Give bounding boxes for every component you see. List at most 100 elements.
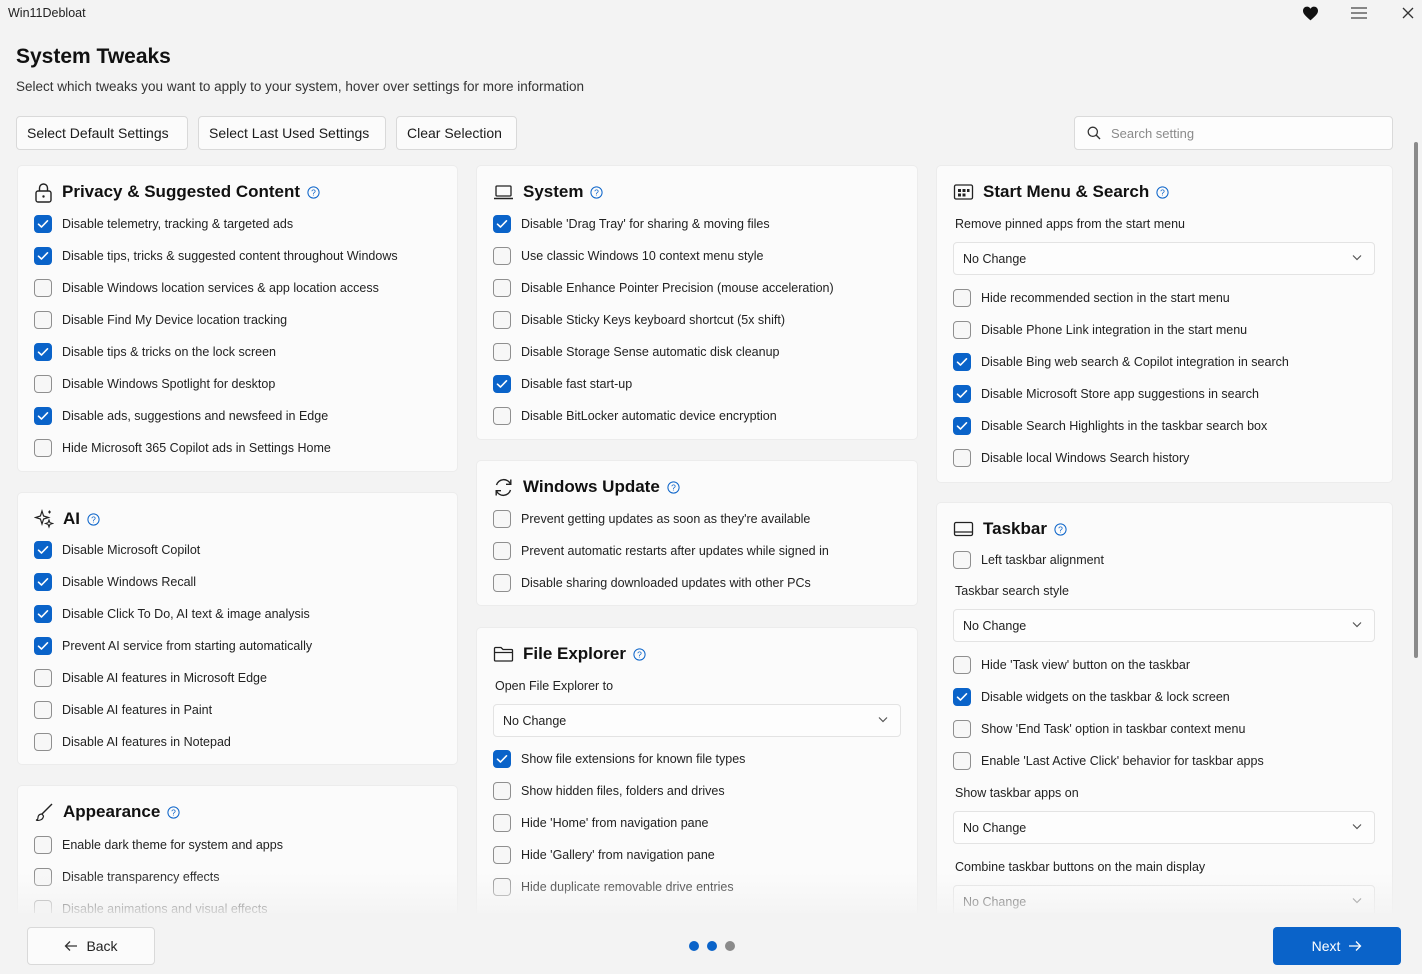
taskbar-item-1[interactable]: Disable widgets on the taskbar & lock sc… [953,687,1230,707]
checkbox[interactable] [953,656,971,674]
checkbox[interactable] [34,701,52,719]
taskbar-align-item[interactable]: Left taskbar alignment [953,550,1104,570]
checkbox[interactable] [34,669,52,687]
search-input[interactable] [1111,125,1371,141]
checkbox[interactable] [953,551,971,569]
select-default-settings-button[interactable]: Select Default Settings [16,116,188,150]
checkbox[interactable] [493,311,511,329]
combine-taskbar-buttons-select[interactable]: No Change [953,885,1375,913]
checkbox[interactable] [493,279,511,297]
start-item-3[interactable]: Disable Microsoft Store app suggestions … [953,384,1259,404]
appearance-item-1[interactable]: Disable transparency effects [34,867,220,887]
checkbox[interactable] [493,375,511,393]
appearance-item-0[interactable]: Enable dark theme for system and apps [34,835,283,855]
menu-icon[interactable] [1347,2,1371,24]
checkbox[interactable] [493,542,511,560]
checkbox[interactable] [493,814,511,832]
help-icon[interactable]: ? [1156,185,1169,199]
checkbox[interactable] [34,900,52,913]
help-icon[interactable]: ? [1054,522,1067,536]
checkbox[interactable] [34,573,52,591]
privacy-item-5[interactable]: Disable Windows Spotlight for desktop [34,374,275,394]
checkbox[interactable] [34,279,52,297]
checkbox[interactable] [493,782,511,800]
checkbox[interactable] [34,215,52,233]
system-item-3[interactable]: Disable Sticky Keys keyboard shortcut (5… [493,310,785,330]
privacy-item-2[interactable]: Disable Windows location services & app … [34,278,379,298]
system-item-0[interactable]: Disable 'Drag Tray' for sharing & moving… [493,214,770,234]
privacy-item-0[interactable]: Disable telemetry, tracking & targeted a… [34,214,293,234]
heart-icon[interactable] [1298,2,1322,24]
select-last-used-settings-button[interactable]: Select Last Used Settings [198,116,386,150]
help-icon[interactable]: ? [307,185,320,199]
explorer-item-0[interactable]: Show file extensions for known file type… [493,749,745,769]
checkbox[interactable] [34,311,52,329]
checkbox[interactable] [953,752,971,770]
explorer-item-1[interactable]: Show hidden files, folders and drives [493,781,725,801]
start-item-2[interactable]: Disable Bing web search & Copilot integr… [953,352,1289,372]
taskbar-item-0[interactable]: Hide 'Task view' button on the taskbar [953,655,1190,675]
checkbox[interactable] [953,688,971,706]
checkbox[interactable] [493,750,511,768]
update-item-2[interactable]: Disable sharing downloaded updates with … [493,573,811,593]
settings-scroll-area[interactable]: Privacy & Suggested Content ? Disable te… [0,164,1410,913]
privacy-item-4[interactable]: Disable tips & tricks on the lock screen [34,342,276,362]
start-item-5[interactable]: Disable local Windows Search history [953,448,1189,468]
privacy-item-1[interactable]: Disable tips, tricks & suggested content… [34,246,398,266]
checkbox[interactable] [953,417,971,435]
checkbox[interactable] [34,439,52,457]
ai-item-1[interactable]: Disable Windows Recall [34,572,196,592]
taskbar-apps-on-select[interactable]: No Change [953,811,1375,844]
update-item-1[interactable]: Prevent automatic restarts after updates… [493,541,829,561]
ai-item-3[interactable]: Prevent AI service from starting automat… [34,636,312,656]
ai-item-4[interactable]: Disable AI features in Microsoft Edge [34,668,267,688]
start-item-1[interactable]: Disable Phone Link integration in the st… [953,320,1247,340]
remove-pinned-apps-select[interactable]: No Change [953,242,1375,275]
privacy-item-6[interactable]: Disable ads, suggestions and newsfeed in… [34,406,328,426]
system-item-6[interactable]: Disable BitLocker automatic device encry… [493,406,777,426]
explorer-item-3[interactable]: Hide 'Gallery' from navigation pane [493,845,715,865]
checkbox[interactable] [34,407,52,425]
ai-item-5[interactable]: Disable AI features in Paint [34,700,212,720]
checkbox[interactable] [34,733,52,751]
next-button[interactable]: Next [1273,927,1401,965]
checkbox[interactable] [493,846,511,864]
system-item-5[interactable]: Disable fast start-up [493,374,632,394]
checkbox[interactable] [493,215,511,233]
checkbox[interactable] [493,574,511,592]
taskbar-item-2[interactable]: Show 'End Task' option in taskbar contex… [953,719,1245,739]
checkbox[interactable] [34,836,52,854]
system-item-4[interactable]: Disable Storage Sense automatic disk cle… [493,342,779,362]
help-icon[interactable]: ? [590,185,604,199]
checkbox[interactable] [493,878,511,896]
clear-selection-button[interactable]: Clear Selection [396,116,517,150]
checkbox[interactable] [953,720,971,738]
checkbox[interactable] [34,637,52,655]
taskbar-search-style-select[interactable]: No Change [953,609,1375,642]
start-item-0[interactable]: Hide recommended section in the start me… [953,288,1230,308]
checkbox[interactable] [493,343,511,361]
appearance-item-2[interactable]: Disable animations and visual effects [34,899,267,913]
update-item-0[interactable]: Prevent getting updates as soon as they'… [493,509,810,529]
checkbox[interactable] [953,321,971,339]
scrollbar[interactable] [1414,142,1418,658]
system-item-1[interactable]: Use classic Windows 10 context menu styl… [493,246,763,266]
ai-item-0[interactable]: Disable Microsoft Copilot [34,540,200,560]
checkbox[interactable] [493,407,511,425]
help-icon[interactable]: ? [167,805,180,819]
taskbar-item-3[interactable]: Enable 'Last Active Click' behavior for … [953,751,1264,771]
open-file-explorer-select[interactable]: No Change [493,704,901,737]
explorer-item-4[interactable]: Hide duplicate removable drive entries [493,877,734,897]
help-icon[interactable]: ? [667,480,680,494]
start-item-4[interactable]: Disable Search Highlights in the taskbar… [953,416,1267,436]
checkbox[interactable] [953,449,971,467]
back-button[interactable]: Back [27,927,155,965]
privacy-item-7[interactable]: Hide Microsoft 365 Copilot ads in Settin… [34,438,331,458]
privacy-item-3[interactable]: Disable Find My Device location tracking [34,310,287,330]
checkbox[interactable] [34,868,52,886]
checkbox[interactable] [34,247,52,265]
checkbox[interactable] [34,375,52,393]
checkbox[interactable] [953,385,971,403]
help-icon[interactable]: ? [633,647,646,661]
checkbox[interactable] [493,510,511,528]
